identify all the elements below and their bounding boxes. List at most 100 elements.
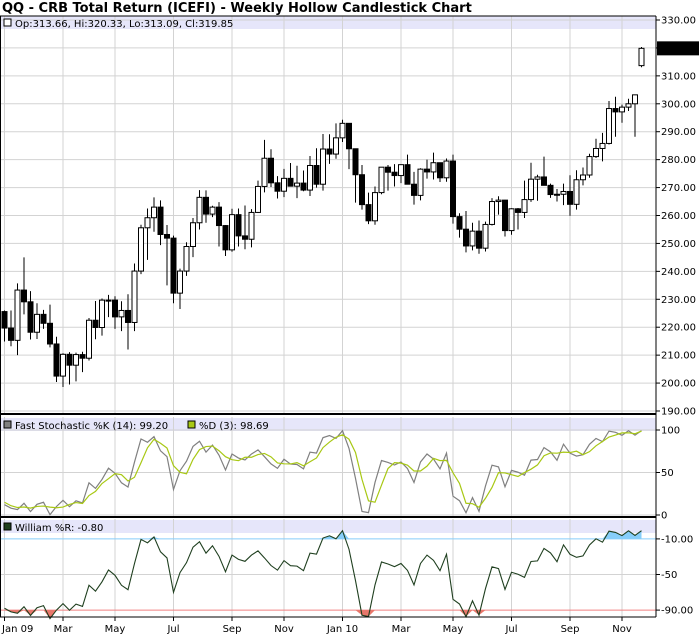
candle-body xyxy=(300,182,307,191)
candle-body xyxy=(99,299,105,328)
candle-body xyxy=(404,164,411,185)
price-axis-label: 260.00 xyxy=(661,211,696,222)
candle-body xyxy=(190,222,196,248)
candle-body xyxy=(261,157,268,187)
price-axis-label: 190.00 xyxy=(661,407,696,418)
candle-body xyxy=(209,206,216,215)
candle-body xyxy=(521,199,528,213)
price-axis-label: 330.00 xyxy=(661,16,696,27)
candle-body xyxy=(196,196,203,224)
candle-body xyxy=(372,192,378,222)
candle-body xyxy=(560,190,567,195)
candle-body xyxy=(359,174,365,206)
price-axis-label: 200.00 xyxy=(661,379,696,390)
x-axis-label: Sep xyxy=(223,624,242,635)
candle-body xyxy=(515,208,521,213)
candle-body xyxy=(235,214,242,237)
x-axis-label: Nov xyxy=(612,624,632,635)
candle-body xyxy=(450,160,456,218)
candle-body xyxy=(443,160,450,179)
candle-body xyxy=(203,196,209,215)
stochastic-axis-label: 100 xyxy=(661,426,680,437)
candle-body xyxy=(86,319,92,359)
candle-body xyxy=(378,166,385,194)
candle-body xyxy=(8,327,14,341)
candle-body xyxy=(567,190,573,205)
candle-body xyxy=(632,94,638,105)
williams-axis-label: -10.00 xyxy=(661,534,693,545)
candle-body xyxy=(619,106,625,113)
candle-body xyxy=(118,309,125,318)
candle-body xyxy=(151,206,157,219)
candle-body xyxy=(183,246,190,272)
candle-body xyxy=(508,208,515,232)
candle-body xyxy=(534,176,541,180)
price-axis-label: 250.00 xyxy=(661,239,696,250)
candle-body xyxy=(281,177,287,192)
williams-legend: William %R: -0.80 xyxy=(15,523,103,534)
candle-body xyxy=(612,108,619,113)
candle-body xyxy=(34,313,40,333)
candle-body xyxy=(105,299,112,302)
stoch-d-legend: %D (3): 98.69 xyxy=(199,421,269,432)
price-axis-label: 210.00 xyxy=(661,351,696,362)
candle-body xyxy=(242,235,248,240)
candle-body xyxy=(92,319,99,328)
x-axis-label: May xyxy=(443,624,464,635)
x-axis-label: Nov xyxy=(274,624,294,635)
candle-body xyxy=(547,184,554,196)
ohlc-legend-swatch xyxy=(3,18,12,27)
ohlc-legend: Op:313.66, Hi:320.33, Lo:313.09, Cl:319.… xyxy=(15,19,233,30)
candle-body xyxy=(21,289,27,303)
price-axis-label: 230.00 xyxy=(661,295,696,306)
candle-body xyxy=(469,230,476,247)
candle-body xyxy=(27,301,34,333)
x-axis-label: Sep xyxy=(561,624,580,635)
candle-body xyxy=(320,148,326,185)
candle-body xyxy=(294,182,300,187)
candle-body xyxy=(352,148,359,176)
candle-body xyxy=(131,270,138,323)
candle-body xyxy=(638,47,645,67)
candle-body xyxy=(157,206,164,235)
stoch-d-legend-swatch xyxy=(187,420,196,429)
price-axis-label: 270.00 xyxy=(661,183,696,194)
x-axis-label: Jul xyxy=(166,624,179,635)
candle-body xyxy=(437,162,443,179)
candle-body xyxy=(599,142,606,149)
candle-body xyxy=(573,179,580,205)
stochastic-axis-label: 0 xyxy=(661,511,667,522)
williams-axis-label: -50 xyxy=(661,570,677,581)
williams-legend-swatch xyxy=(3,522,12,531)
candle-body xyxy=(164,233,170,239)
candle-body xyxy=(144,217,151,229)
candle-body xyxy=(112,299,118,318)
candle-body xyxy=(385,166,391,173)
williams-axis-label: -90.00 xyxy=(661,606,693,617)
candle-body xyxy=(424,168,430,173)
candle-body xyxy=(177,270,183,294)
candle-body xyxy=(391,171,398,177)
candle-body xyxy=(502,199,508,232)
candle-body xyxy=(541,176,547,186)
candle-body xyxy=(463,228,469,247)
price-axis-label: 310.00 xyxy=(661,71,696,82)
candle-body xyxy=(125,309,131,323)
candle-body xyxy=(268,157,274,184)
candle-body xyxy=(313,165,320,185)
stochastic-axis-label: 50 xyxy=(661,468,674,479)
candle-body xyxy=(625,103,632,108)
candle-body xyxy=(216,206,222,227)
x-axis-label: Jan 09 xyxy=(1,624,33,635)
candle-body xyxy=(430,162,437,173)
candle-body xyxy=(606,108,612,144)
candle-body xyxy=(222,225,229,251)
candle-body xyxy=(274,182,281,192)
candle-body xyxy=(339,122,346,139)
candle-body xyxy=(333,137,339,155)
candle-body xyxy=(307,165,313,191)
candle-body xyxy=(554,193,560,196)
candle-body xyxy=(66,353,73,366)
candle-body xyxy=(417,168,424,196)
stoch-k-legend-swatch xyxy=(3,420,12,429)
